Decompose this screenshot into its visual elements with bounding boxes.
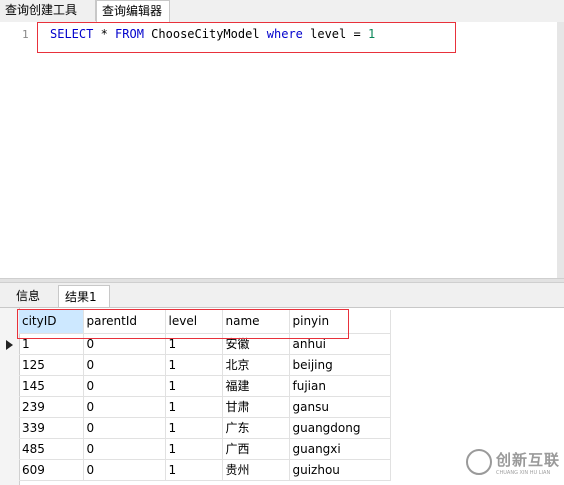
table-row[interactable]: 485 0 1 广西 guangxi [19,438,391,460]
cell-pinyin[interactable]: fujian [289,375,391,397]
watermark-circle-icon [466,449,492,475]
cell-name[interactable]: 广西 [222,438,290,460]
cell-name[interactable]: 甘肃 [222,396,290,418]
cell-name[interactable]: 贵州 [222,459,290,481]
table-row[interactable]: 239 0 1 甘肃 gansu [19,396,391,418]
cell-cityid[interactable]: 145 [19,375,84,397]
sql-editor[interactable]: 1 SELECT * FROM ChooseCityModel where le… [0,22,557,278]
table-row[interactable]: 609 0 1 贵州 guizhou [19,459,391,481]
result-tab-bar: 信息 结果1 [0,283,564,308]
header-highlight-box [17,309,349,339]
tab-query-editor[interactable]: 查询编辑器 [96,0,170,22]
line-number: 1 [22,28,29,41]
cell-parentid[interactable]: 0 [83,459,166,481]
cell-name[interactable]: 广东 [222,417,290,439]
table-row[interactable]: 339 0 1 广东 guangdong [19,417,391,439]
cell-cityid[interactable]: 125 [19,354,84,376]
watermark-text: 创新互联 [496,451,561,469]
cell-level[interactable]: 1 [165,354,223,376]
tab-result1[interactable]: 结果1 [58,285,110,307]
sql-highlight-box [37,22,456,53]
query-tab-bar: 查询创建工具 查询编辑器 [0,0,564,23]
tab-query-builder[interactable]: 查询创建工具 [0,0,96,21]
watermark-subtext: CHUANG XIN HU LIAN [496,470,551,476]
cell-level[interactable]: 1 [165,417,223,439]
table-row[interactable]: 145 0 1 福建 fujian [19,375,391,397]
cell-level[interactable]: 1 [165,375,223,397]
cell-pinyin[interactable]: guizhou [289,459,391,481]
cell-level[interactable]: 1 [165,438,223,460]
cell-pinyin[interactable]: gansu [289,396,391,418]
watermark-logo: 创新互联 CHUANG XIN HU LIAN [466,445,564,485]
cell-level[interactable]: 1 [165,396,223,418]
table-row[interactable]: 125 0 1 北京 beijing [19,354,391,376]
cell-parentid[interactable]: 0 [83,396,166,418]
cell-pinyin[interactable]: guangxi [289,438,391,460]
cell-parentid[interactable]: 0 [83,438,166,460]
cell-pinyin[interactable]: beijing [289,354,391,376]
cell-cityid[interactable]: 485 [19,438,84,460]
cell-pinyin[interactable]: guangdong [289,417,391,439]
cell-name[interactable]: 福建 [222,375,290,397]
cell-cityid[interactable]: 339 [19,417,84,439]
cell-cityid[interactable]: 609 [19,459,84,481]
cell-parentid[interactable]: 0 [83,417,166,439]
cell-parentid[interactable]: 0 [83,375,166,397]
cell-cityid[interactable]: 239 [19,396,84,418]
editor-scrollbar[interactable] [557,22,564,278]
current-row-arrow-icon [6,340,13,350]
line-gutter: 1 [0,22,38,278]
cell-name[interactable]: 北京 [222,354,290,376]
tab-info[interactable]: 信息 [10,285,54,307]
cell-level[interactable]: 1 [165,459,223,481]
cell-parentid[interactable]: 0 [83,354,166,376]
